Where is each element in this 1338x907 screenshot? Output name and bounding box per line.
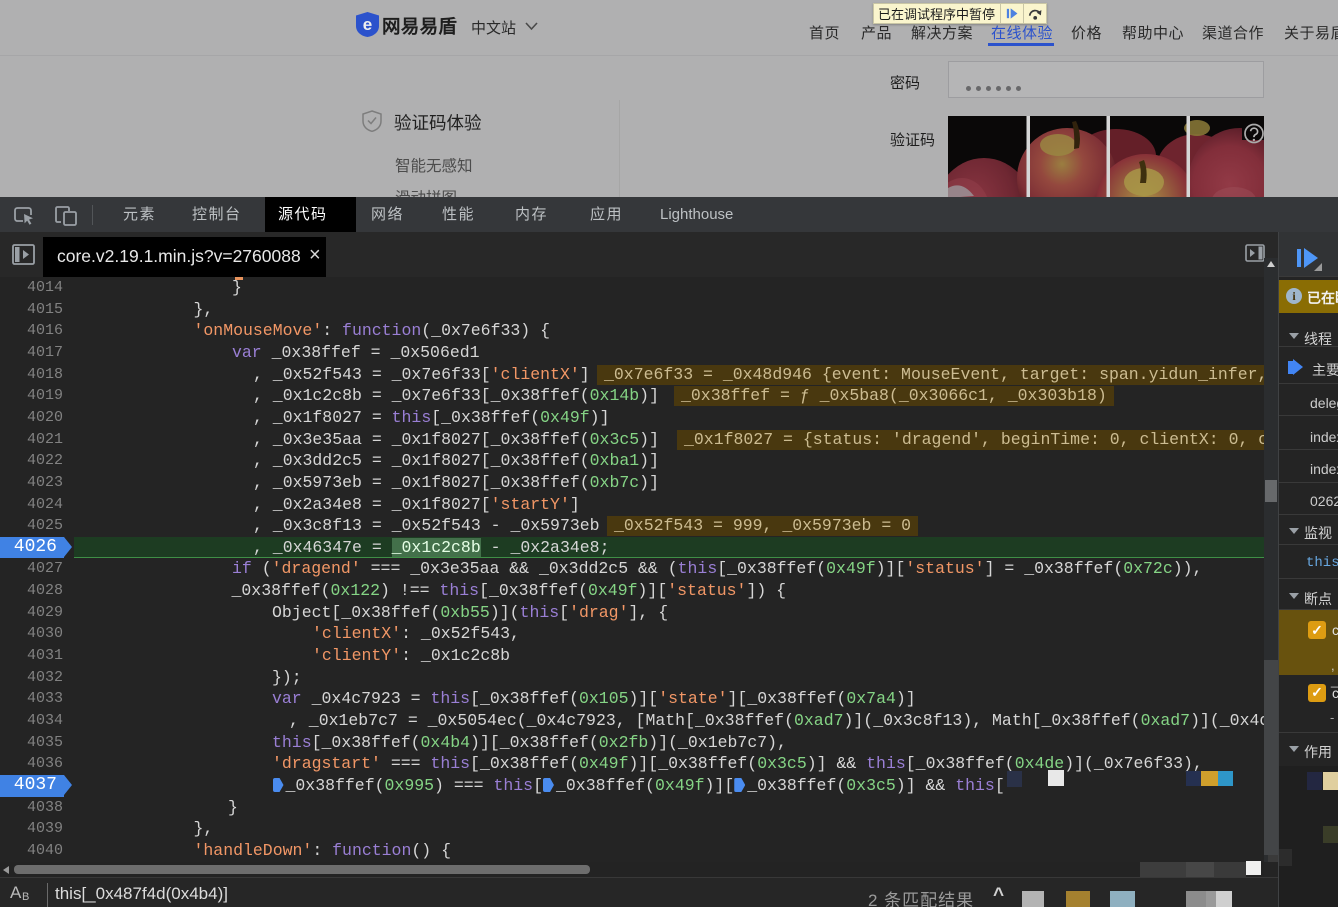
svg-text:e: e <box>363 15 372 34</box>
